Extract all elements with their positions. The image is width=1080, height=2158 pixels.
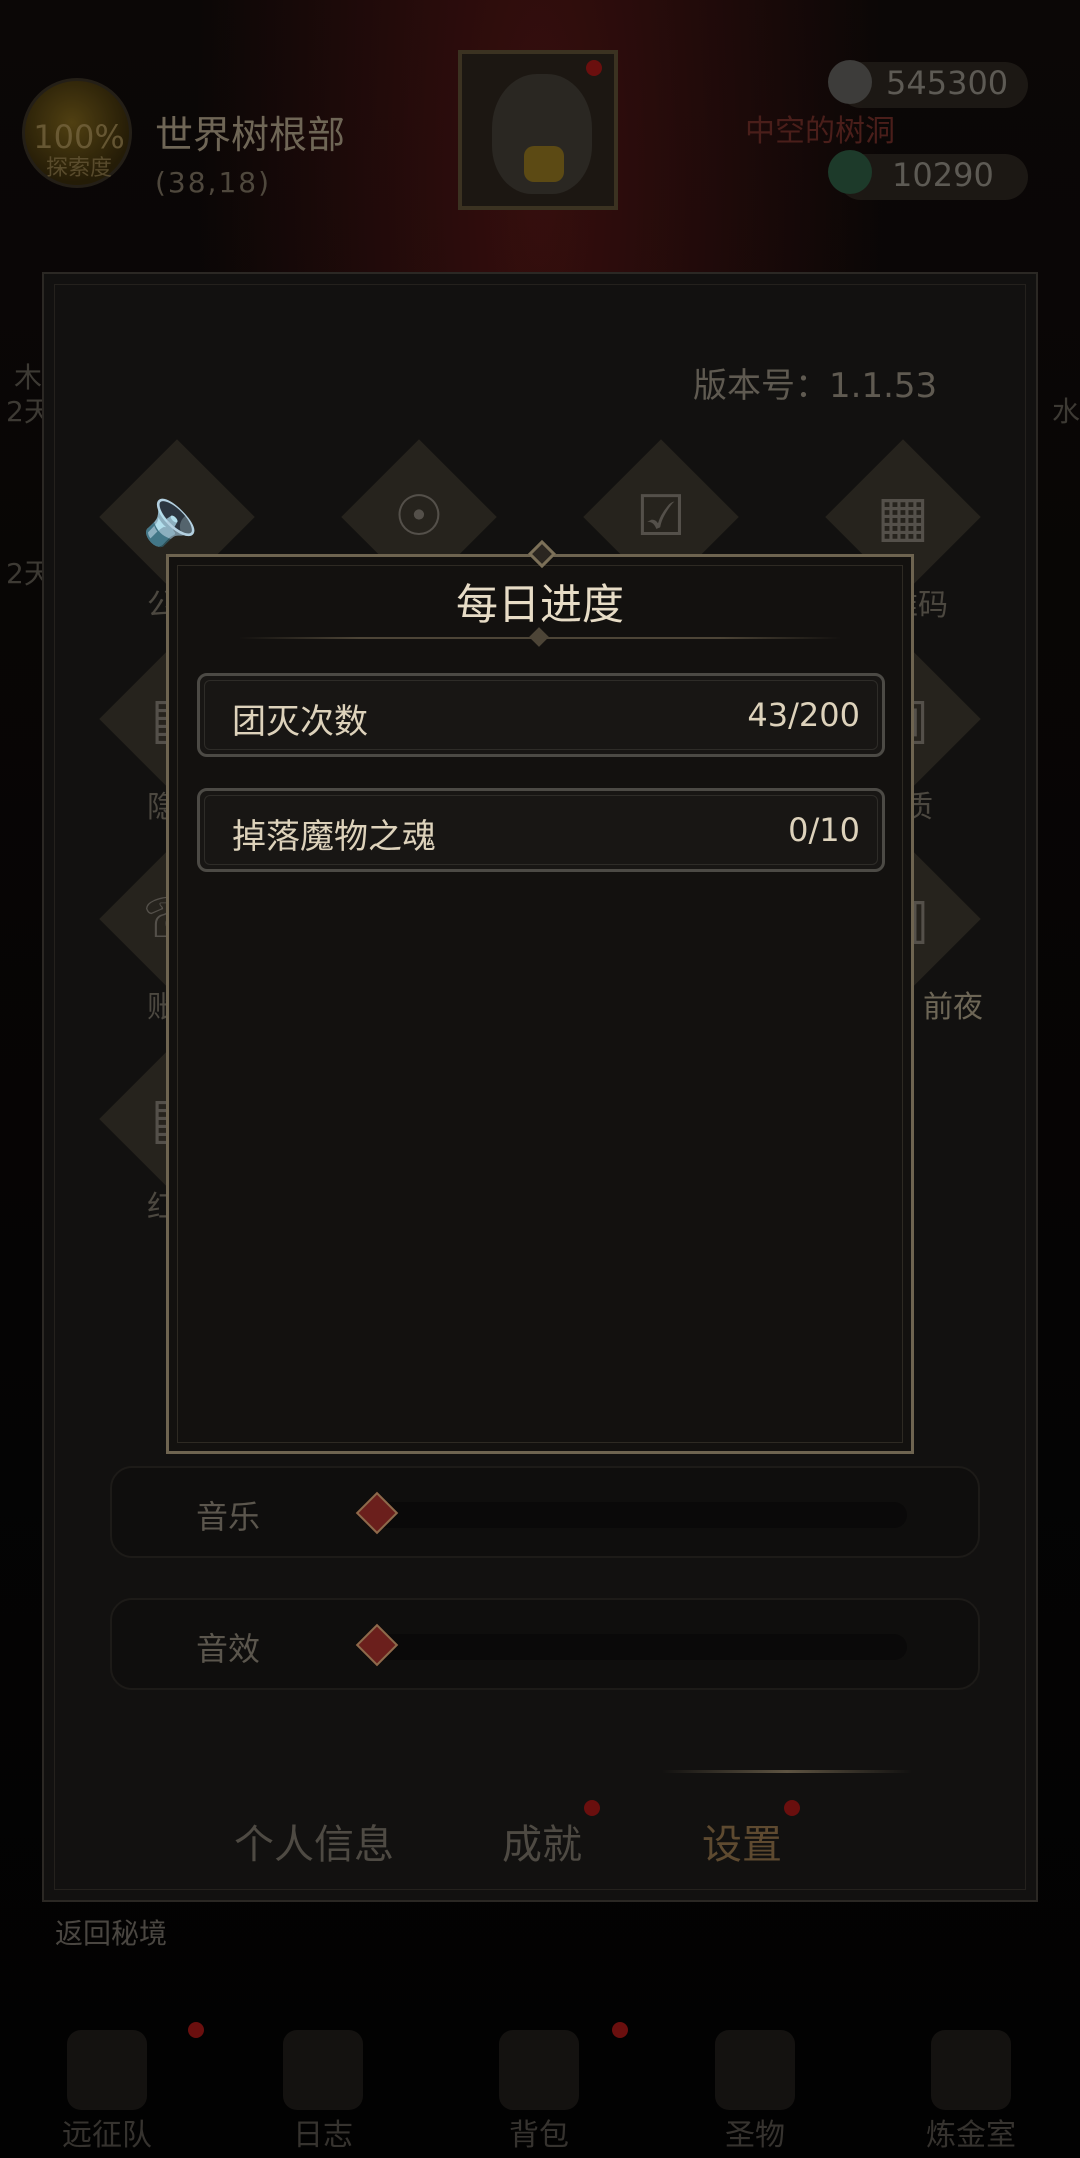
music-label: 音乐 [196, 1498, 261, 1536]
silver-amount: 545300 [886, 64, 1009, 102]
daily-progress-modal: 每日进度 团灭次数 43/200 掉落魔物之魂 0/10 [166, 539, 914, 1454]
progress-value: 43/200 [747, 696, 860, 734]
corner-ornament [888, 1428, 914, 1454]
progress-row-monster-souls: 掉落魔物之魂 0/10 [197, 788, 885, 872]
exploration-label: 探索度 [45, 156, 112, 181]
nav-journal[interactable]: 日志 [248, 2010, 398, 2158]
progress-label: 团灭次数 [232, 702, 368, 742]
gem-amount: 10290 [892, 156, 994, 194]
sfx-slider-track[interactable] [372, 1634, 907, 1660]
tab-profile[interactable]: 个人信息 [234, 1812, 394, 1870]
progress-row-wipes: 团灭次数 43/200 [197, 673, 885, 757]
location-coords: (38,18) [155, 166, 272, 199]
tab-achievements[interactable]: 成就 [502, 1812, 582, 1870]
silver-coin-icon [828, 60, 872, 104]
sfx-label: 音效 [196, 1630, 261, 1668]
music-slider-row: 音乐 [110, 1466, 980, 1558]
torch-icon [715, 2030, 795, 2110]
calendar-check-icon: ☑ [635, 484, 687, 549]
nav-red-dot [612, 2022, 628, 2038]
portrait-beak [524, 146, 564, 182]
back-to-realm-link[interactable]: 返回秘境 [55, 1912, 167, 1952]
music-slider-track[interactable] [372, 1502, 907, 1528]
side-label-right-1: 水 [1052, 395, 1080, 428]
nav-label: 圣物 [725, 2118, 785, 2153]
portrait-red-dot [586, 60, 602, 76]
panel-tabs: 个人信息 成就 设置 [42, 1770, 1038, 1910]
scroll-icon [283, 2030, 363, 2110]
progress-label: 掉落魔物之魂 [232, 817, 436, 857]
qr-code-icon: ▦ [876, 484, 930, 549]
progress-value: 0/10 [788, 811, 860, 849]
speaker-icon: 🔈 [142, 484, 212, 549]
modal-title: 每日进度 [455, 580, 624, 629]
green-gem-icon [828, 150, 872, 194]
target-icon: ☉ [393, 484, 445, 549]
status-text: 中空的树洞 [745, 114, 895, 149]
version-label: 版本号：1.1.53 [693, 366, 938, 406]
alchemy-icon [931, 2030, 1011, 2110]
corner-ornament [166, 1428, 192, 1454]
nav-backpack[interactable]: 背包 [464, 2010, 628, 2158]
bag-icon [499, 2030, 579, 2110]
player-portrait[interactable] [458, 50, 618, 210]
achievements-red-dot [584, 1800, 600, 1816]
sfx-slider-row: 音效 [110, 1598, 980, 1690]
nav-red-dot [188, 2022, 204, 2038]
nav-label: 日志 [293, 2118, 353, 2153]
nav-alchemy[interactable]: 炼金室 [896, 2010, 1046, 2158]
nav-label: 炼金室 [926, 2118, 1016, 2153]
horned-helmet-icon [67, 2030, 147, 2110]
nav-relics[interactable]: 圣物 [680, 2010, 830, 2158]
location-name: 世界树根部 [155, 113, 346, 157]
tab-divider [662, 1770, 912, 1773]
tab-settings[interactable]: 设置 [702, 1812, 782, 1870]
nav-expedition[interactable]: 远征队 [32, 2010, 204, 2158]
top-status-bar: 100% 探索度 世界树根部 (38,18) 545300 中空的树洞 1029… [0, 0, 1080, 230]
settings-red-dot [784, 1800, 800, 1816]
nav-label: 远征队 [62, 2118, 152, 2153]
nav-label: 背包 [509, 2118, 569, 2153]
bottom-navigation: 远征队 日志 背包 圣物 炼金室 [0, 2010, 1080, 2158]
